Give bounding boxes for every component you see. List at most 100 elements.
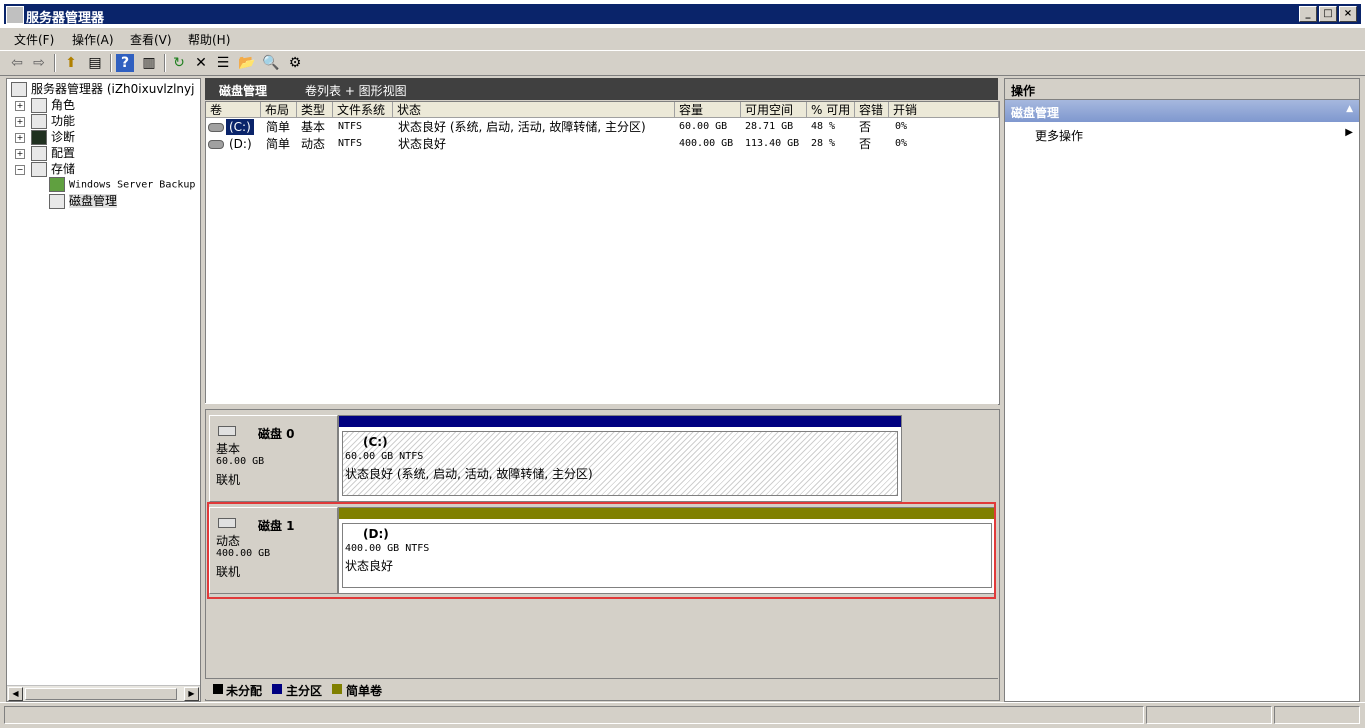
collapse-up-icon[interactable]: ▲ [1346, 104, 1353, 114]
volume-icon [208, 119, 224, 135]
status-cell-3 [1274, 706, 1360, 724]
show-hide-tree-icon[interactable]: ▤ [86, 54, 104, 72]
partition-size: 400.00 GB NTFS [345, 543, 430, 554]
status-cell-main [4, 706, 1144, 724]
column-header-free-space[interactable]: 可用空间 [741, 102, 807, 118]
scroll-right-icon[interactable]: ▶ [184, 687, 199, 701]
partition-size: 60.00 GB NTFS [345, 451, 424, 462]
partition-c-body[interactable]: (C:) 60.00 GB NTFS 状态良好 (系统, 启动, 活动, 故障转… [342, 431, 898, 496]
up-folder-icon[interactable]: ⬆ [62, 54, 80, 72]
tree-item-label: 配置 [51, 146, 76, 160]
column-header-overhead[interactable]: 开销 [889, 102, 999, 118]
help-icon[interactable]: ? [116, 54, 134, 72]
table-cell-overhead: 0% [895, 138, 908, 149]
expand-icon[interactable]: + [15, 148, 25, 159]
toolbar-separator [164, 54, 166, 72]
legend-label: 主分区 [286, 684, 323, 698]
disk-graphical-view: 磁盘 0 基本 60.00 GB 联机 (C:) 60.00 GB NTFS 状… [205, 409, 1000, 701]
tree-item-features[interactable]: + 功能 [15, 113, 75, 129]
settings-icon[interactable]: ⚙ [286, 54, 304, 72]
tree-root[interactable]: 服务器管理器 (iZh0ixuvlzlnyj [11, 81, 194, 97]
menu-help[interactable]: 帮助(H) [188, 31, 230, 48]
refresh-icon[interactable]: ↻ [170, 54, 188, 72]
menu-file[interactable]: 文件(F) [14, 31, 54, 48]
tree-item-label: 存储 [51, 162, 76, 176]
column-header-filesystem[interactable]: 文件系统 [333, 102, 393, 118]
column-header-fault-tolerance[interactable]: 容错 [855, 102, 889, 118]
table-cell-volume[interactable]: (D:) [229, 136, 252, 152]
delete-icon[interactable]: ✕ [192, 54, 210, 72]
storage-icon [31, 162, 47, 177]
expand-icon[interactable]: + [15, 116, 25, 127]
tree-item-diagnostics[interactable]: + 诊断 [15, 129, 75, 145]
disk-icon [218, 518, 236, 528]
column-header-type[interactable]: 类型 [297, 102, 333, 118]
expand-icon[interactable]: + [15, 132, 25, 143]
disk-0-info[interactable]: 磁盘 0 基本 60.00 GB 联机 [209, 415, 338, 502]
features-icon [31, 114, 47, 129]
back-arrow-icon[interactable]: ⇦ [8, 54, 26, 72]
menu-view[interactable]: 查看(V) [130, 31, 172, 48]
tree-item-configuration[interactable]: + 配置 [15, 145, 75, 161]
table-cell-fault-tolerance: 否 [859, 120, 872, 134]
menu-action[interactable]: 操作(A) [72, 31, 114, 48]
tree-item-disk-management[interactable]: 磁盘管理 [49, 193, 118, 209]
table-cell-status: 状态良好 (系统, 启动, 活动, 故障转储, 主分区) [398, 120, 646, 134]
table-cell-volume[interactable]: (C:) [226, 119, 254, 135]
title-bar: 服务器管理器 _ □ × [0, 0, 1365, 28]
column-header-layout[interactable]: 布局 [261, 102, 297, 118]
partition-d-body[interactable]: (D:) 400.00 GB NTFS 状态良好 [342, 523, 992, 588]
tree-item-label: 角色 [51, 98, 76, 112]
tree-item-roles[interactable]: + 角色 [15, 97, 75, 113]
table-cell-status: 状态良好 [398, 137, 447, 151]
collapse-icon[interactable]: − [15, 164, 25, 175]
maximize-button[interactable]: □ [1319, 6, 1337, 22]
actions-pane: 操作 磁盘管理 ▲ 更多操作 ▶ [1004, 78, 1360, 702]
disk-1-info[interactable]: 磁盘 1 动态 400.00 GB 联机 [209, 507, 338, 594]
tree-item-windows-server-backup[interactable]: Windows Server Backup [49, 177, 195, 193]
view-label: 卷列表 + 图形视图 [305, 84, 407, 98]
window-title: 服务器管理器 [26, 11, 105, 26]
more-actions-item[interactable]: 更多操作 [1035, 127, 1083, 144]
tree-item-label: 诊断 [51, 130, 76, 144]
table-cell-filesystem: NTFS [338, 121, 363, 132]
scrollbar-thumb[interactable] [25, 688, 177, 700]
disk-type: 动态 [216, 534, 241, 548]
column-header-capacity[interactable]: 容量 [675, 102, 741, 118]
properties-icon[interactable]: ☰ [214, 54, 232, 72]
disk-name: 磁盘 1 [258, 519, 295, 533]
backup-icon [49, 177, 65, 192]
partition-d[interactable]: (D:) 400.00 GB NTFS 状态良好 [338, 507, 996, 594]
partition-c[interactable]: (C:) 60.00 GB NTFS 状态良好 (系统, 启动, 活动, 故障转… [338, 415, 902, 502]
column-header-volume[interactable]: 卷 [206, 102, 261, 118]
open-folder-icon[interactable]: 📂 [238, 54, 256, 72]
table-cell-type: 基本 [301, 120, 326, 134]
actions-section-disk-management[interactable]: 磁盘管理 ▲ [1005, 100, 1359, 122]
disk-status: 联机 [216, 565, 241, 579]
column-header-percent-free[interactable]: % 可用 [807, 102, 855, 118]
submenu-arrow-icon[interactable]: ▶ [1345, 127, 1353, 138]
center-header: 磁盘管理 卷列表 + 图形视图 [205, 78, 998, 100]
disk-size: 400.00 GB [216, 548, 271, 559]
expand-icon[interactable]: + [15, 100, 25, 111]
tree-root-label: 服务器管理器 (iZh0ixuvlzlnyj [31, 82, 195, 96]
partition-status: 状态良好 [345, 559, 394, 573]
search-icon[interactable]: 🔍 [262, 54, 280, 72]
table-cell-layout: 简单 [266, 120, 291, 134]
actions-section-label: 磁盘管理 [1011, 106, 1060, 120]
tree-item-label: 功能 [51, 114, 76, 128]
show-action-pane-icon[interactable]: ▥ [140, 54, 158, 72]
close-button[interactable]: × [1339, 6, 1357, 22]
roles-icon [31, 98, 47, 113]
simple-volume-bar [339, 508, 995, 519]
title-bar-fill [4, 4, 1361, 24]
minimize-button[interactable]: _ [1299, 6, 1317, 22]
tree-item-storage[interactable]: − 存储 [15, 161, 75, 177]
tree-horizontal-scrollbar[interactable]: ◀ ▶ [7, 685, 200, 701]
scroll-left-icon[interactable]: ◀ [8, 687, 23, 701]
disk-type: 基本 [216, 442, 241, 456]
forward-arrow-icon[interactable]: ⇨ [30, 54, 48, 72]
column-header-status[interactable]: 状态 [393, 102, 675, 118]
toolbar-separator [110, 54, 112, 72]
toolbar-separator [54, 54, 56, 72]
